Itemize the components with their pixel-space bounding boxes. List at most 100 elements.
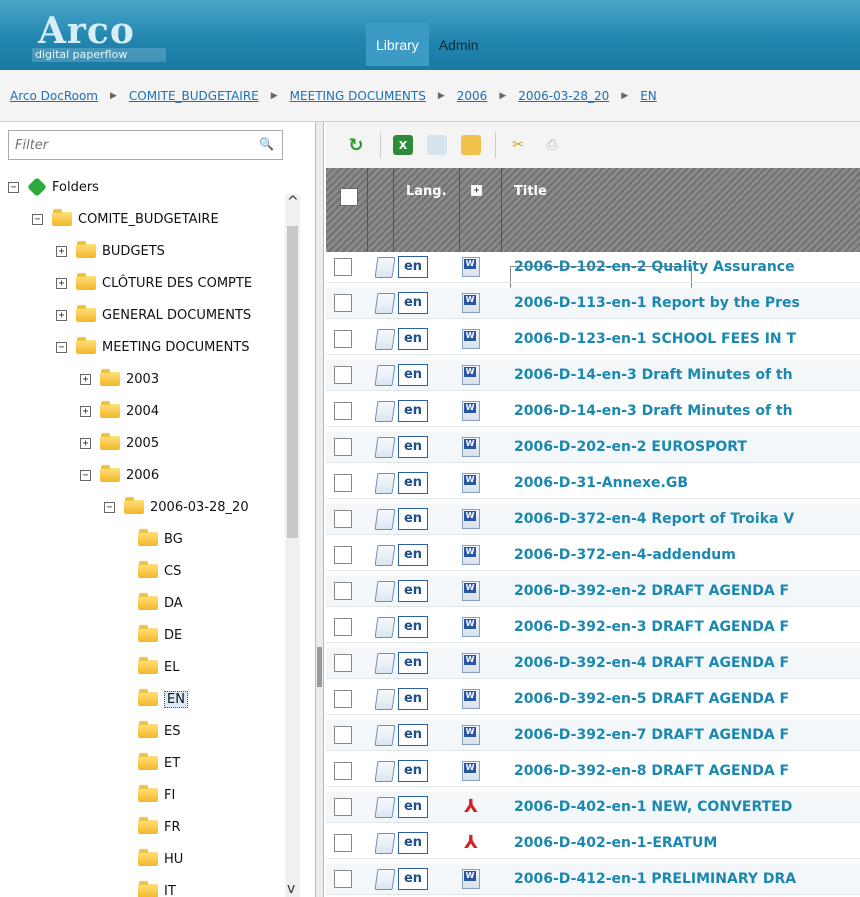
cut-icon[interactable]: ✂ (508, 135, 528, 155)
expand-icon[interactable]: + (56, 309, 67, 321)
table-row[interactable]: en ⅄ 2006-D-402-en-1-ERATUM (326, 828, 860, 859)
document-icon[interactable] (372, 401, 394, 421)
tree-node-2006[interactable]: − 2006 (80, 464, 159, 486)
select-all-checkbox[interactable] (340, 188, 358, 206)
document-icon[interactable] (372, 869, 394, 889)
document-title-link[interactable]: 2006-D-402-en-1-ERATUM (514, 835, 717, 851)
document-title-link[interactable]: 2006-D-123-en-1 SCHOOL FEES IN T (514, 331, 796, 347)
document-icon[interactable] (372, 545, 394, 565)
tree-node-2003[interactable]: + 2003 (80, 368, 159, 390)
word-icon[interactable] (462, 689, 480, 709)
table-row[interactable]: en 2006-D-113-en-1 Report by the Pres (326, 288, 860, 319)
email-icon[interactable] (427, 135, 447, 155)
row-checkbox[interactable] (334, 726, 352, 744)
tree-node-comite[interactable]: − COMITE_BUDGETAIRE (32, 208, 219, 230)
document-title-link[interactable]: 2006-D-392-en-4 DRAFT AGENDA F (514, 655, 789, 671)
document-title-link[interactable]: 2006-D-392-en-7 DRAFT AGENDA F (514, 727, 789, 743)
table-row[interactable]: en 2006-D-372-en-4-addendum (326, 540, 860, 571)
tree-node-folders[interactable]: − Folders (8, 176, 99, 198)
collapse-icon[interactable]: − (56, 341, 67, 353)
table-row[interactable]: en ⅄ 2006-D-402-en-1 NEW, CONVERTED (326, 792, 860, 823)
word-icon[interactable] (462, 581, 480, 601)
row-checkbox[interactable] (334, 402, 352, 420)
table-row[interactable]: en 2006-D-392-en-4 DRAFT AGENDA F (326, 648, 860, 679)
word-icon[interactable] (462, 509, 480, 529)
tree-node-lang[interactable]: ET (138, 752, 180, 774)
row-checkbox[interactable] (334, 366, 352, 384)
document-title-link[interactable]: 2006-D-113-en-1 Report by the Pres (514, 295, 800, 311)
row-checkbox[interactable] (334, 762, 352, 780)
document-title-link[interactable]: 2006-D-392-en-5 DRAFT AGENDA F (514, 691, 789, 707)
tree-node-general[interactable]: + GENERAL DOCUMENTS (56, 304, 251, 326)
row-checkbox[interactable] (334, 654, 352, 672)
tab-admin[interactable]: Admin (429, 22, 489, 66)
row-checkbox[interactable] (334, 294, 352, 312)
table-row[interactable]: en 2006-D-123-en-1 SCHOOL FEES IN T (326, 324, 860, 355)
table-row[interactable]: en 2006-D-392-en-5 DRAFT AGENDA F (326, 684, 860, 715)
folder-action-icon[interactable] (461, 135, 481, 155)
title-column-header[interactable]: Title (514, 184, 547, 199)
word-icon[interactable] (462, 653, 480, 673)
arco-logo[interactable]: Arco digital paperflow (32, 10, 166, 62)
row-checkbox[interactable] (334, 438, 352, 456)
word-icon[interactable] (462, 761, 480, 781)
breadcrumb-year[interactable]: 2006 (457, 89, 488, 103)
table-row[interactable]: en 2006-D-392-en-8 DRAFT AGENDA F (326, 756, 860, 787)
tree-node-cloture[interactable]: + CLÔTURE DES COMPTE (56, 272, 252, 294)
breadcrumb-comite[interactable]: COMITE_BUDGETAIRE (129, 89, 259, 103)
word-icon[interactable] (462, 725, 480, 745)
collapse-icon[interactable]: − (104, 501, 115, 513)
document-icon[interactable] (372, 509, 394, 529)
tree-node-2004[interactable]: + 2004 (80, 400, 159, 422)
expand-icon[interactable]: + (80, 373, 91, 385)
document-icon[interactable] (372, 329, 394, 349)
tree-node-lang[interactable]: EL (138, 656, 179, 678)
document-title-link[interactable]: 2006-D-102-en-2 Quality Assurance (514, 259, 795, 275)
breadcrumb-meeting[interactable]: MEETING DOCUMENTS (290, 89, 426, 103)
lang-column-header[interactable]: Lang. (406, 184, 447, 199)
table-row[interactable]: en 2006-D-14-en-3 Draft Minutes of th (326, 360, 860, 391)
tree-node-lang[interactable]: IT (138, 880, 176, 897)
document-icon[interactable] (372, 797, 394, 817)
word-icon[interactable] (462, 869, 480, 889)
row-checkbox[interactable] (334, 834, 352, 852)
row-checkbox[interactable] (334, 330, 352, 348)
expand-icon[interactable]: + (471, 185, 482, 196)
word-icon[interactable] (462, 365, 480, 385)
pdf-icon[interactable]: ⅄ (462, 797, 480, 817)
scroll-up-icon[interactable]: ^ (287, 194, 299, 210)
row-checkbox[interactable] (334, 690, 352, 708)
document-icon[interactable] (372, 581, 394, 601)
tree-node-lang[interactable]: FR (138, 816, 181, 838)
row-checkbox[interactable] (334, 510, 352, 528)
word-icon[interactable] (462, 293, 480, 313)
row-checkbox[interactable] (334, 798, 352, 816)
table-row[interactable]: en 2006-D-102-en-2 Quality Assurance (326, 252, 860, 283)
pdf-icon[interactable]: ⅄ (462, 833, 480, 853)
document-title-link[interactable]: 2006-D-402-en-1 NEW, CONVERTED (514, 799, 792, 815)
tree-node-lang-selected[interactable]: EN (138, 688, 188, 710)
expand-icon[interactable]: + (56, 277, 67, 289)
document-icon[interactable] (372, 833, 394, 853)
tree-node-lang[interactable]: FI (138, 784, 175, 806)
expand-icon[interactable]: + (80, 405, 91, 417)
word-icon[interactable] (462, 473, 480, 493)
collapse-icon[interactable]: − (32, 213, 43, 225)
row-checkbox[interactable] (334, 618, 352, 636)
filter-input[interactable] (9, 131, 249, 159)
refresh-icon[interactable]: ↻ (346, 135, 366, 156)
row-checkbox[interactable] (334, 546, 352, 564)
document-icon[interactable] (372, 257, 394, 277)
tree-node-lang[interactable]: CS (138, 560, 181, 582)
table-row[interactable]: en 2006-D-372-en-4 Report of Troika V (326, 504, 860, 535)
document-title-link[interactable]: 2006-D-372-en-4 Report of Troika V (514, 511, 794, 527)
document-icon[interactable] (372, 437, 394, 457)
row-checkbox[interactable] (334, 258, 352, 276)
document-icon[interactable] (372, 689, 394, 709)
document-title-link[interactable]: 2006-D-372-en-4-addendum (514, 547, 736, 563)
search-icon[interactable]: 🔍 (259, 137, 274, 151)
print-icon[interactable]: ⎙ (542, 135, 562, 155)
row-checkbox[interactable] (334, 582, 352, 600)
table-row[interactable]: en 2006-D-202-en-2 EUROSPORT (326, 432, 860, 463)
document-title-link[interactable]: 2006-D-392-en-8 DRAFT AGENDA F (514, 763, 789, 779)
